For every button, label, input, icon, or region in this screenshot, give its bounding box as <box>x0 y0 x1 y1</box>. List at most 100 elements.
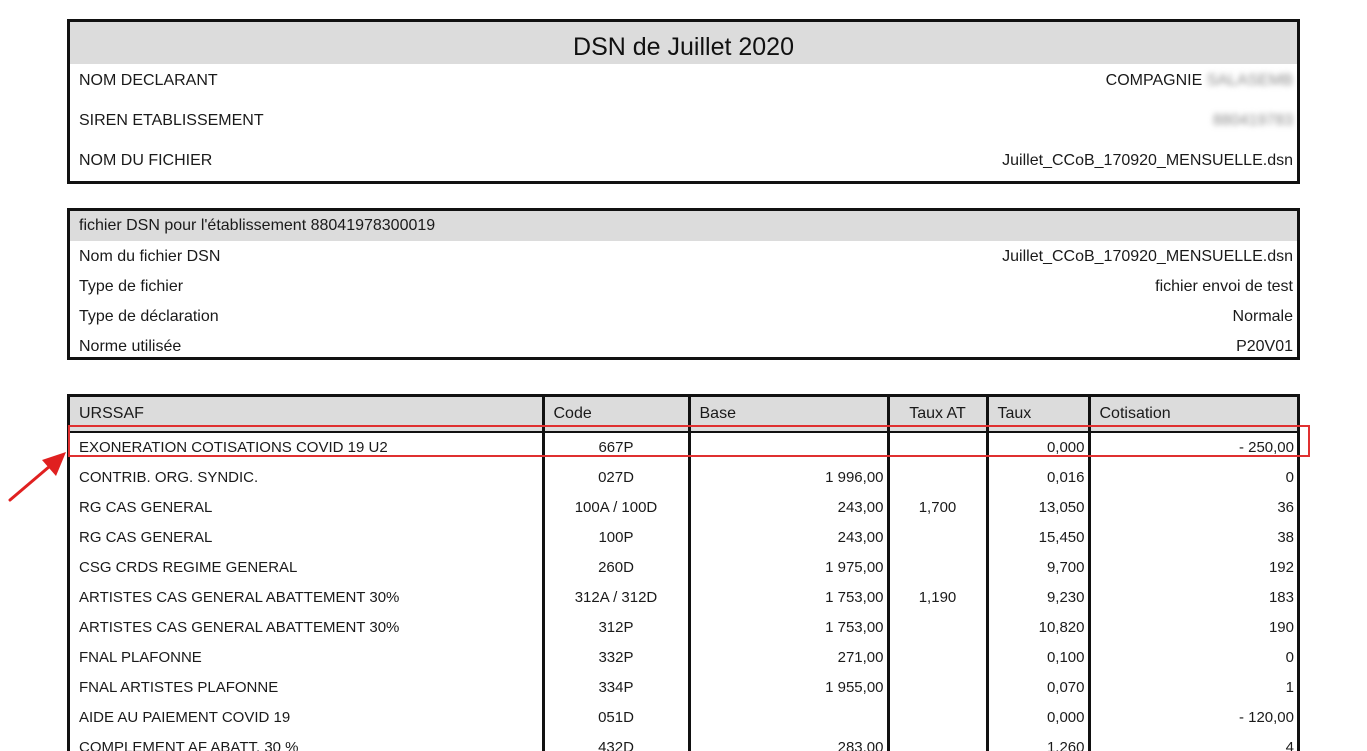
cell-taux: 0,000 <box>985 703 1089 733</box>
fichier-row: Type de déclaration Normale <box>70 301 1297 331</box>
cell-taux: 0,100 <box>985 643 1089 673</box>
cell-code: 027D <box>541 463 689 493</box>
table-row: CSG CRDS REGIME GENERAL 260D 1 975,00 9,700… <box>70 553 1297 583</box>
fichier-dsn-box: fichier DSN pour l'établissement 8804197… <box>67 208 1300 360</box>
fichier-label: Norme utilisée <box>79 338 182 355</box>
header-row-nom-fichier: NOM DU FICHIER Juillet_CCoB_170920_MENSU… <box>70 144 1297 184</box>
cell-code: 051D <box>541 703 689 733</box>
company-label: COMPAGNIE <box>1105 72 1203 89</box>
header-value: Juillet_CCoB_170920_MENSUELLE.dsn <box>1002 152 1293 169</box>
cell-base: 1 753,00 <box>687 583 888 613</box>
cell-cotisation: 0 <box>1087 643 1297 673</box>
cell-taux: 15,450 <box>985 523 1089 553</box>
cell-code: 334P <box>541 673 689 703</box>
column-header-urssaf: URSSAF <box>70 397 543 433</box>
cell-taux-at <box>886 613 987 643</box>
table-row: ARTISTES CAS GENERAL ABATTEMENT 30% 312A … <box>70 583 1297 613</box>
cell-libelle: RG CAS GENERAL <box>79 499 213 516</box>
cell-base: 1 753,00 <box>687 613 888 643</box>
cell-taux-at <box>886 523 987 553</box>
urssaf-table-box: URSSAF Code Base Taux AT Taux Cotisation… <box>67 394 1300 751</box>
table-row: RG CAS GENERAL 100P 243,00 15,450 38 <box>70 523 1297 553</box>
cell-code: 312P <box>541 613 689 643</box>
table-row: COMPLEMENT AF ABATT. 30 % 432D 283,00 1,260… <box>70 733 1297 751</box>
cell-libelle: ARTISTES CAS GENERAL ABATTEMENT 30% <box>79 619 400 636</box>
cell-libelle: FNAL PLAFONNE <box>79 649 202 666</box>
column-header-base: Base <box>687 397 888 433</box>
column-header-code: Code <box>541 397 689 433</box>
table-row: FNAL ARTISTES PLAFONNE 334P 1 955,00 0,070 1 <box>70 673 1297 703</box>
urssaf-table: URSSAF Code Base Taux AT Taux Cotisation… <box>70 397 1297 751</box>
cell-base: 1 975,00 <box>687 553 888 583</box>
cell-cotisation: 183 <box>1087 583 1297 613</box>
cell-cotisation: 190 <box>1087 613 1297 643</box>
cell-taux: 9,700 <box>985 553 1089 583</box>
cell-taux: 10,820 <box>985 613 1089 643</box>
urssaf-table-body: EXONERATION COTISATIONS COVID 19 U2 667P 0… <box>70 432 1297 751</box>
cell-taux: 1,260 <box>985 733 1089 751</box>
cell-libelle: CONTRIB. ORG. SYNDIC. <box>79 469 259 486</box>
cell-taux-at: 1,190 <box>886 583 987 613</box>
cell-cotisation: 4 <box>1087 733 1297 751</box>
dsn-report-page: DSN de Juillet 2020 NOM DECLARANT COMPAG… <box>0 0 1367 751</box>
column-header-taux: Taux <box>985 397 1089 433</box>
cell-base <box>687 432 888 463</box>
cell-libelle: ARTISTES CAS GENERAL ABATTEMENT 30% <box>79 589 400 606</box>
cell-code: 332P <box>541 643 689 673</box>
redacted-siren: 880419783 <box>1212 112 1293 129</box>
cell-taux-at <box>886 432 987 463</box>
cell-taux-at <box>886 703 987 733</box>
cell-base: 283,00 <box>687 733 888 751</box>
fichier-label: Type de fichier <box>79 278 184 295</box>
cell-cotisation: 36 <box>1087 493 1297 523</box>
cell-cotisation: - 120,00 <box>1087 703 1297 733</box>
header-value: COMPAGNIE SALASEMB <box>1106 64 1293 97</box>
cell-cotisation: 192 <box>1087 553 1297 583</box>
cell-base <box>687 703 888 733</box>
cell-libelle: COMPLEMENT AF ABATT. 30 % <box>79 739 299 751</box>
cell-libelle: FNAL ARTISTES PLAFONNE <box>79 679 279 696</box>
cell-code: 432D <box>541 733 689 751</box>
fichier-dsn-title: fichier DSN pour l'établissement 8804197… <box>70 211 1297 241</box>
cell-taux: 9,230 <box>985 583 1089 613</box>
cell-base: 243,00 <box>687 523 888 553</box>
redacted-company-name: SALASEMB <box>1206 72 1293 89</box>
cell-code: 667P <box>541 432 689 463</box>
cell-code: 100P <box>541 523 689 553</box>
cell-cotisation: - 250,00 <box>1087 432 1297 463</box>
header-label: NOM DECLARANT <box>79 72 218 89</box>
fichier-value: P20V01 <box>1236 338 1293 355</box>
cell-taux-at <box>886 643 987 673</box>
cell-taux-at: 1,700 <box>886 493 987 523</box>
table-row: EXONERATION COTISATIONS COVID 19 U2 667P 0… <box>70 432 1297 463</box>
fichier-row: Type de fichier fichier envoi de test <box>70 271 1297 301</box>
cell-cotisation: 38 <box>1087 523 1297 553</box>
header-label: SIREN ETABLISSEMENT <box>79 112 264 129</box>
header-row-siren: SIREN ETABLISSEMENT 880419783 <box>70 104 1297 144</box>
cell-taux-at <box>886 553 987 583</box>
header-row-nom-declarant: NOM DECLARANT COMPAGNIE SALASEMB <box>70 64 1297 104</box>
fichier-value: Juillet_CCoB_170920_MENSUELLE.dsn <box>1002 248 1293 265</box>
cell-libelle: RG CAS GENERAL <box>79 529 213 546</box>
fichier-row: Nom du fichier DSN Juillet_CCoB_170920_M… <box>70 241 1297 271</box>
table-row: RG CAS GENERAL 100A / 100D 243,00 1,700 13,0… <box>70 493 1297 523</box>
cell-base: 1 996,00 <box>687 463 888 493</box>
fichier-value: fichier envoi de test <box>1155 278 1293 295</box>
fichier-label: Nom du fichier DSN <box>79 248 221 265</box>
cell-code: 100A / 100D <box>541 493 689 523</box>
cell-taux: 13,050 <box>985 493 1089 523</box>
cell-cotisation: 0 <box>1087 463 1297 493</box>
cell-taux: 0,016 <box>985 463 1089 493</box>
cell-taux: 0,070 <box>985 673 1089 703</box>
table-header-row: URSSAF Code Base Taux AT Taux Cotisation <box>70 397 1297 433</box>
table-row: ARTISTES CAS GENERAL ABATTEMENT 30% 312P 1… <box>70 613 1297 643</box>
cell-code: 312A / 312D <box>541 583 689 613</box>
cell-libelle: EXONERATION COTISATIONS COVID 19 U2 <box>79 439 388 456</box>
table-row: CONTRIB. ORG. SYNDIC. 027D 1 996,00 0,016 0 <box>70 463 1297 493</box>
cell-cotisation: 1 <box>1087 673 1297 703</box>
cell-base: 1 955,00 <box>687 673 888 703</box>
fichier-row: Norme utilisée P20V01 <box>70 331 1297 361</box>
cell-taux-at <box>886 463 987 493</box>
cell-code: 260D <box>541 553 689 583</box>
cell-taux-at <box>886 673 987 703</box>
